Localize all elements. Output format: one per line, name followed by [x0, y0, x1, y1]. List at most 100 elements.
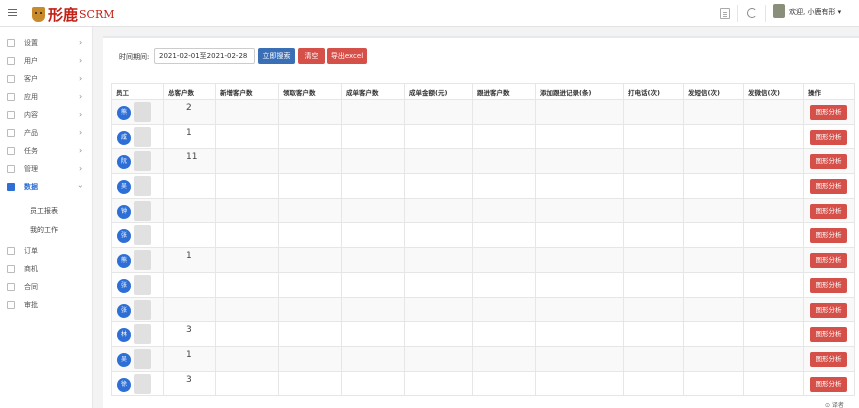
chart-analysis-button[interactable]: 图形分析 — [810, 129, 847, 145]
employee-cell: 张 — [111, 271, 164, 298]
data-cell — [623, 123, 684, 150]
sidebar-item-settings[interactable]: 设置 › — [0, 35, 93, 53]
data-cell — [535, 222, 624, 249]
data-cell — [623, 197, 684, 224]
employee-avatar[interactable]: 林 — [117, 328, 131, 343]
sidebar-item-opportunities[interactable]: 商机 — [0, 261, 93, 279]
chart-analysis-button[interactable]: 图形分析 — [810, 179, 847, 195]
chart-analysis-button[interactable]: 图形分析 — [810, 302, 847, 318]
sidebar-item-content[interactable]: 内容 › — [0, 107, 93, 125]
chevron-right-icon: › — [79, 74, 83, 83]
employee-cell: 钟 — [111, 197, 164, 224]
table-row: 熊 2 图形分析 — [111, 99, 855, 125]
data-cell — [623, 345, 684, 372]
opportunity-icon — [7, 265, 15, 273]
total-customers-cell — [163, 296, 216, 323]
data-cell — [215, 123, 279, 150]
chart-analysis-button[interactable]: 图形分析 — [810, 105, 847, 120]
data-cell — [743, 321, 804, 347]
chart-analysis-button[interactable]: 图形分析 — [810, 351, 847, 367]
search-button[interactable]: 立即搜索 — [258, 48, 295, 64]
chart-analysis-button[interactable]: 图形分析 — [810, 277, 847, 293]
sidebar-item-users[interactable]: 用户 › — [0, 53, 93, 71]
sidebar-item-contracts[interactable]: 合同 — [0, 279, 93, 297]
sidebar-item-label: 设置 — [24, 39, 38, 47]
export-excel-button[interactable]: 导出excel — [327, 48, 367, 64]
sidebar-subitem-employee-report[interactable]: 员工报表 — [30, 206, 58, 216]
sidebar-item-products[interactable]: 产品 › — [0, 125, 93, 143]
data-cell — [341, 271, 405, 298]
employee-cell: 咸 — [111, 123, 164, 150]
employee-avatar[interactable]: 吴 — [117, 180, 131, 195]
data-cell — [215, 247, 279, 273]
avatar[interactable] — [773, 4, 785, 18]
chevron-right-icon: › — [79, 38, 83, 47]
employee-avatar[interactable]: 熊 — [117, 106, 131, 120]
data-cell — [623, 321, 684, 347]
employee-avatar[interactable]: 咸 — [117, 130, 131, 145]
data-cell — [215, 271, 279, 298]
sidebar-item-data[interactable]: 数据 › — [0, 179, 93, 197]
menu-toggle-icon[interactable] — [8, 9, 17, 16]
data-cell — [404, 197, 473, 224]
chart-analysis-button[interactable]: 图形分析 — [810, 253, 847, 269]
employee-avatar[interactable]: 熊 — [117, 254, 131, 269]
user-menu[interactable]: 欢迎, 小鹿有形 ▾ — [789, 7, 841, 17]
employee-avatar[interactable]: 钟 — [117, 204, 131, 219]
data-cell — [683, 197, 744, 224]
redacted-name — [134, 274, 151, 295]
cart-icon — [7, 93, 15, 101]
action-cell: 图形分析 — [803, 123, 855, 150]
sidebar-item-customers[interactable]: 客户 › — [0, 71, 93, 89]
data-cell — [535, 197, 624, 224]
chevron-right-icon: › — [79, 146, 83, 155]
refresh-icon[interactable] — [747, 8, 757, 18]
sidebar-subitem-my-work[interactable]: 我的工作 — [30, 225, 58, 235]
chart-analysis-button[interactable]: 图形分析 — [810, 203, 847, 219]
chart-analysis-button[interactable]: 图形分析 — [810, 327, 847, 343]
data-cell — [215, 296, 279, 323]
data-cell — [683, 123, 744, 150]
data-cell — [341, 148, 405, 175]
sidebar-item-label: 审批 — [24, 301, 38, 309]
data-cell — [743, 296, 804, 323]
employee-avatar[interactable]: 张 — [117, 303, 131, 318]
employee-cell: 徐 — [111, 370, 164, 397]
data-cell — [683, 271, 744, 298]
sidebar-item-tasks[interactable]: 任务 › — [0, 143, 93, 161]
column-header: 添加跟进记录(条) — [535, 83, 624, 100]
date-range-input[interactable]: 2021-02-01至2021-02-28 — [154, 48, 255, 64]
employee-avatar[interactable]: 徐 — [117, 377, 131, 392]
sidebar-item-approvals[interactable]: 审批 — [0, 297, 93, 315]
employee-avatar[interactable]: 张 — [117, 229, 131, 244]
chart-analysis-button[interactable]: 图形分析 — [810, 376, 847, 392]
employee-avatar[interactable]: 吴 — [117, 352, 131, 367]
data-cell — [341, 370, 405, 397]
data-cell — [278, 321, 342, 347]
sidebar-item-apps[interactable]: 应用 › — [0, 89, 93, 107]
data-cell — [683, 148, 744, 175]
employee-avatar[interactable]: 张 — [117, 278, 131, 293]
monitor-icon — [7, 75, 15, 83]
data-cell — [743, 271, 804, 298]
data-cell — [278, 148, 342, 175]
action-cell: 图形分析 — [803, 296, 855, 323]
data-cell — [215, 173, 279, 199]
sidebar-item-management[interactable]: 管理 › — [0, 161, 93, 179]
data-cell — [683, 345, 744, 372]
settings-icon — [7, 165, 15, 173]
column-header: 跟进客户数 — [472, 83, 536, 100]
data-cell — [278, 271, 342, 298]
data-cell — [215, 222, 279, 249]
document-icon[interactable] — [720, 8, 730, 19]
employee-avatar[interactable]: 阮 — [117, 155, 131, 170]
data-cell — [535, 99, 624, 125]
divider — [737, 5, 738, 22]
data-cell — [743, 247, 804, 273]
clear-button[interactable]: 清空 — [298, 48, 325, 64]
chart-analysis-button[interactable]: 图形分析 — [810, 154, 847, 170]
data-cell — [404, 345, 473, 372]
chart-analysis-button[interactable]: 图形分析 — [810, 228, 847, 244]
sidebar-item-orders[interactable]: 订单 — [0, 243, 93, 261]
data-cell — [535, 296, 624, 323]
